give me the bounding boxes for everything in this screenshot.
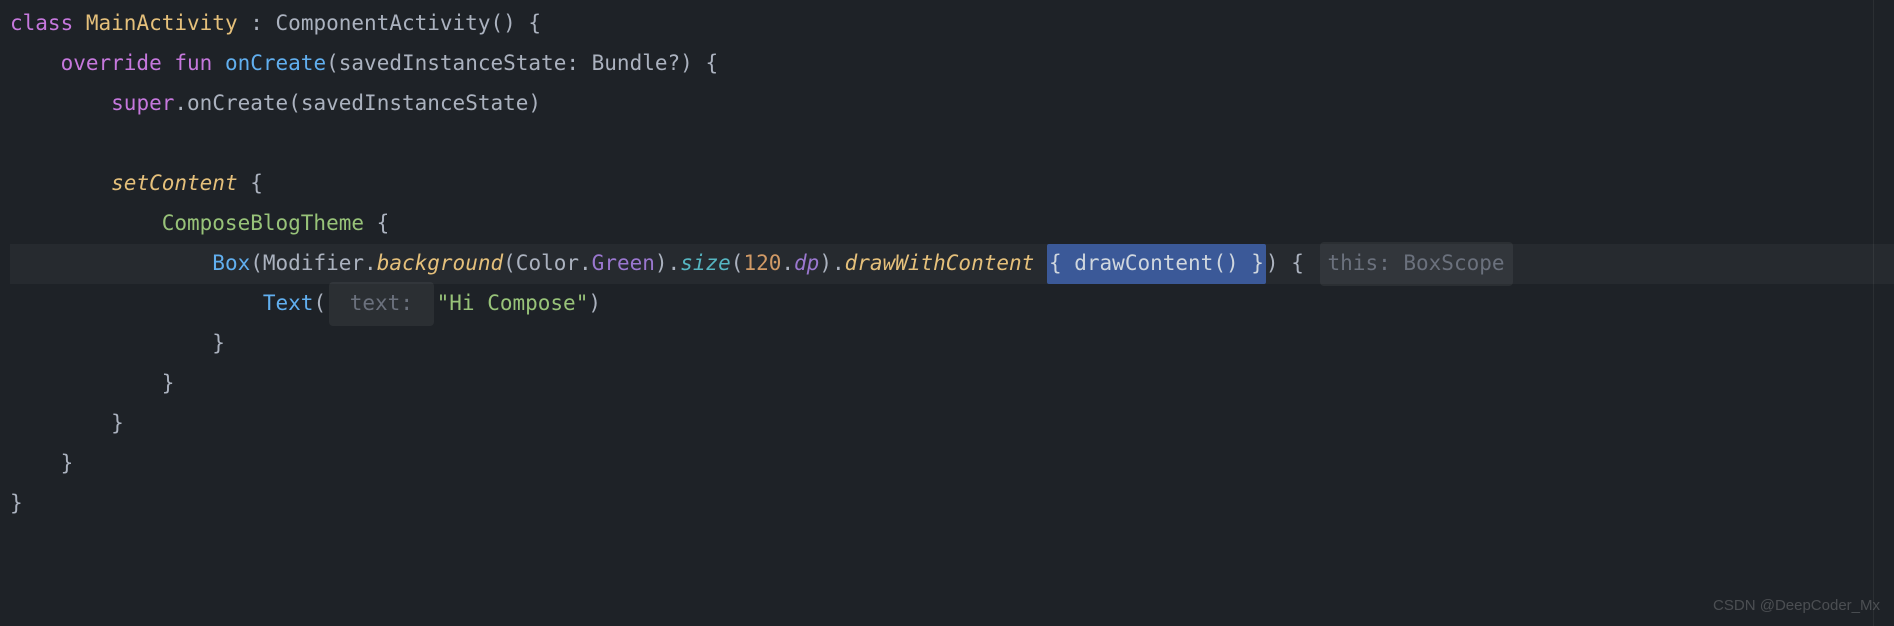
param-name: savedInstanceState (339, 44, 567, 84)
number-120: 120 (743, 244, 781, 284)
keyword-fun: fun (162, 44, 225, 84)
fn-oncreate: onCreate (225, 44, 326, 84)
fn-drawcontent: drawContent (1074, 251, 1213, 275)
code-line-9[interactable]: } (10, 324, 1894, 364)
selection-highlight: { drawContent() } (1047, 244, 1266, 284)
fn-box: Box (212, 244, 250, 284)
keyword-class: class (10, 4, 73, 44)
parent-class: ComponentActivity (276, 4, 491, 44)
code-line-10[interactable]: } (10, 364, 1894, 404)
class-name: MainActivity (86, 4, 238, 44)
hint-boxscope: this: BoxScope (1320, 242, 1513, 286)
keyword-override: override (61, 44, 162, 84)
modifier-class: Modifier (263, 244, 364, 284)
code-line-11[interactable]: } (10, 404, 1894, 444)
string-literal: "Hi Compose" (437, 284, 589, 324)
watermark: CSDN @DeepCoder_Mx (1713, 592, 1880, 621)
color-green: Green (592, 244, 655, 284)
fn-size: size (680, 244, 731, 284)
code-line-5[interactable]: setContent { (10, 164, 1894, 204)
hint-text-param: text: (329, 282, 434, 326)
code-line-13[interactable]: } (10, 484, 1894, 524)
compose-theme: ComposeBlogTheme (162, 204, 364, 244)
code-line-2[interactable]: override fun onCreate(savedInstanceState… (10, 44, 1894, 84)
keyword-super: super (111, 84, 174, 124)
fn-background: background (377, 244, 503, 284)
fn-text: Text (263, 284, 314, 324)
fn-super-oncreate: onCreate (187, 84, 288, 124)
fn-setcontent: setContent (111, 164, 237, 204)
code-line-6[interactable]: ComposeBlogTheme { (10, 204, 1894, 244)
type-bundle: Bundle? (592, 44, 681, 84)
code-line-4-empty[interactable] (10, 124, 1894, 164)
code-line-1[interactable]: class MainActivity : ComponentActivity()… (10, 4, 1894, 44)
code-line-8[interactable]: Text( text: "Hi Compose") (10, 284, 1894, 324)
color-class: Color (516, 244, 579, 284)
prop-dp: dp (794, 244, 819, 284)
code-line-12[interactable]: } (10, 444, 1894, 484)
fn-drawwithcontent: drawWithContent (845, 244, 1035, 284)
code-line-3[interactable]: super.onCreate(savedInstanceState) (10, 84, 1894, 124)
code-line-7-highlighted[interactable]: Box(Modifier.background(Color.Green).siz… (10, 244, 1894, 284)
code-editor[interactable]: class MainActivity : ComponentActivity()… (0, 4, 1894, 524)
